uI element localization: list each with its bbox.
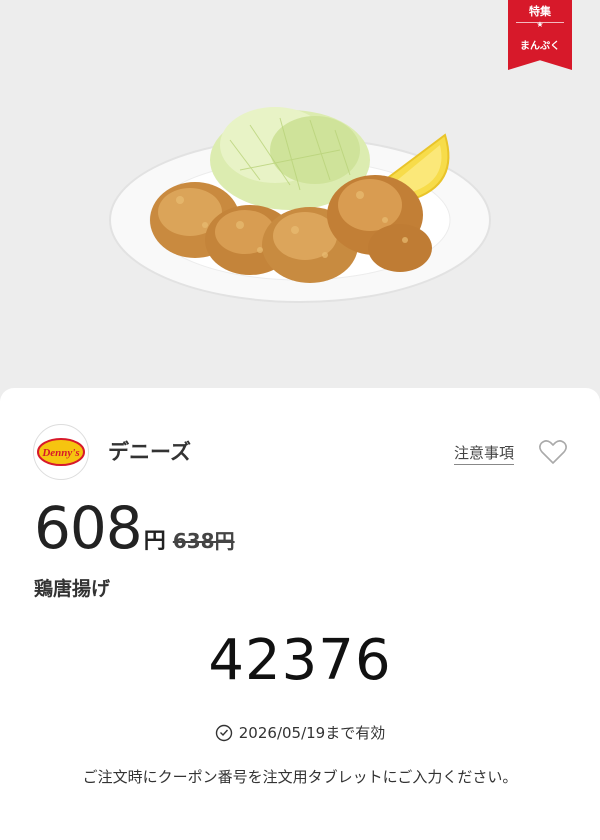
store-name: デニーズ [108,440,191,464]
ribbon-bottom-text: まんぷく [520,41,560,52]
coupon-card: Denny's デニーズ 注意事項 608円 638円 鶏唐揚げ 42376 2… [0,388,600,840]
original-price: 638円 [172,529,235,553]
item-name: 鶏唐揚げ [34,578,111,600]
validity-text: 2026/05/19まで有効 [238,724,386,742]
feature-ribbon-badge: 特集 ★ まんぷく [508,0,572,70]
store-logo: Denny's [33,424,89,480]
price-row: 608円 638円 [34,494,235,564]
ribbon-top-text: 特集 [529,5,551,18]
dennys-logo-icon: Denny's [37,438,85,466]
price-unit: 円 [143,529,166,554]
karaage-dish-image [109,107,491,303]
ribbon-divider [516,22,564,23]
heart-outline-icon [539,440,567,464]
validity-row: 2026/05/19まで有効 [0,722,600,743]
clock-icon [215,724,232,741]
svg-text:Denny's: Denny's [41,447,79,459]
coupon-code: 42376 [208,628,392,693]
current-price: 608 [34,494,143,562]
product-image: 特集 ★ まんぷく [0,0,600,400]
notes-link[interactable]: 注意事項 [454,442,515,465]
favorite-button[interactable] [538,438,568,466]
coupon-instruction: ご注文時にクーポン番号を注文用タブレットにご入力ください。 [82,768,518,786]
